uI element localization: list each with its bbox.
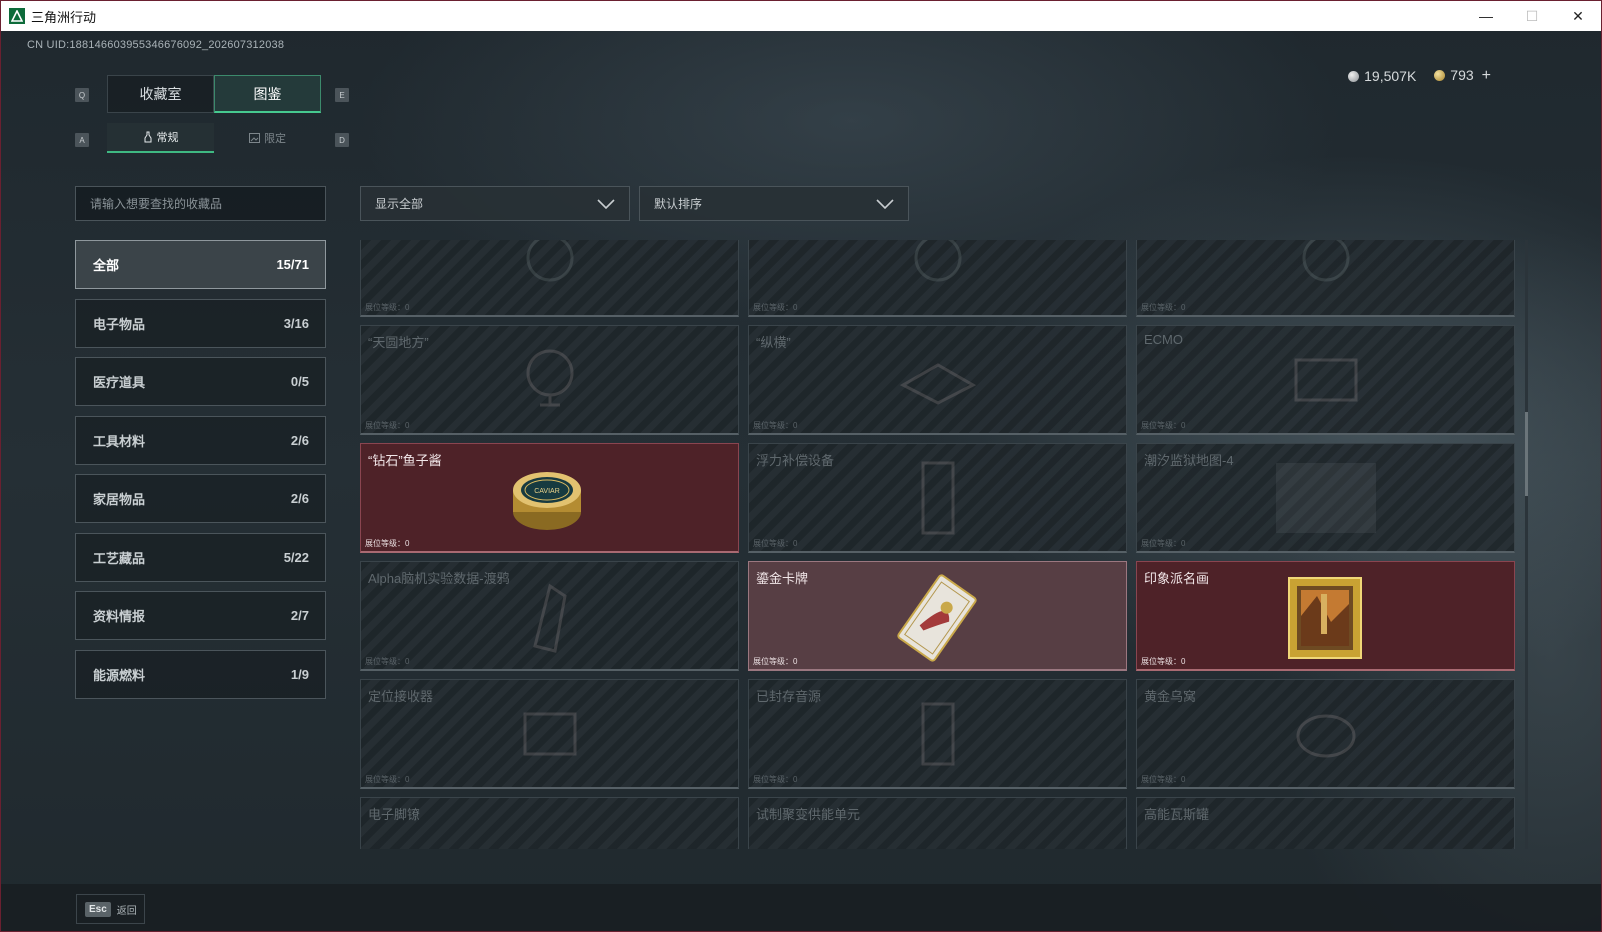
back-label: 返回 (116, 905, 137, 917)
category-medical[interactable]: 医疗道具 0/5 (75, 357, 326, 406)
item-grid: 展位等级：0 展位等级：0 展位等级：0 “天圆地方” 展位等级：0 “纵横” 展位… (360, 240, 1518, 849)
item-silhouette-icon (1302, 240, 1349, 282)
item-card[interactable]: “天圆地方” 展位等级：0 (360, 325, 739, 435)
gold-coin-icon (1434, 70, 1446, 81)
sealed-source-icon (921, 702, 954, 765)
key-hint-a: A (75, 133, 89, 147)
golden-nest-icon (1296, 714, 1355, 757)
subtab-regular-label: 常规 (156, 132, 179, 144)
back-button[interactable]: Esc 返回 (76, 894, 145, 924)
bottle-icon (144, 131, 151, 143)
item-card[interactable]: 潮汐监狱地图-4 展位等级：0 (1136, 443, 1515, 553)
item-card-owned[interactable]: 印象派名画 展位等级：0 (1136, 561, 1515, 671)
silver-coin-icon (1348, 71, 1360, 82)
ecmo-machine-icon (1294, 358, 1357, 401)
player-uid: CN UID:18814660395534667609​2_2026073120… (27, 39, 285, 51)
key-hint-q: Q (75, 88, 89, 102)
item-card[interactable]: 电子脚镣展位等级：0 (360, 797, 739, 849)
category-intel[interactable]: 资料情报 2/7 (75, 591, 326, 640)
gilded-card-icon (897, 574, 977, 662)
item-card[interactable]: 浮力补偿设备 展位等级：0 (748, 443, 1127, 553)
minimize-button[interactable]: — (1463, 1, 1509, 31)
category-crafts[interactable]: 工艺藏品 5/22 (75, 532, 326, 582)
category-tools[interactable]: 工具材料 2/6 (75, 415, 326, 465)
category-all[interactable]: 全部 15/71 (75, 240, 326, 289)
item-card-owned[interactable]: 鎏金卡牌 展位等级：0 (748, 561, 1127, 671)
sort-dropdown-label: 默认排序 (654, 197, 703, 211)
item-card[interactable]: 高能瓦斯罐展位等级：0 (1136, 797, 1515, 849)
item-card[interactable]: ECMO 展位等级：0 (1136, 325, 1515, 435)
item-card[interactable]: 黄金乌窝 展位等级：0 (1136, 679, 1515, 789)
silver-currency: 19,507K (1348, 68, 1416, 84)
title-bar: 三角洲行动 — ☐ ✕ (1, 1, 1601, 31)
currency-bar: 19,507K 793 + (1348, 67, 1491, 85)
item-card[interactable]: 展位等级：0 (1136, 240, 1515, 317)
maximize-button[interactable]: ☐ (1509, 1, 1555, 31)
subtab-limited[interactable]: 限定 (214, 123, 321, 153)
item-card[interactable]: “纵横” 展位等级：0 (748, 325, 1127, 435)
window-title: 三角洲行动 (31, 9, 97, 25)
chevron-down-icon (876, 198, 894, 209)
receiver-icon (523, 712, 576, 755)
category-electronics[interactable]: 电子物品 3/16 (75, 298, 326, 348)
item-card-owned[interactable]: CAVIAR “钻石”鱼子酱 展位等级：0 (360, 443, 739, 553)
map-icon (1275, 462, 1376, 533)
globe-icon (526, 349, 573, 406)
filter-dropdown-label: 显示全部 (375, 197, 424, 211)
scrollbar-thumb[interactable] (1525, 412, 1528, 496)
search-input[interactable]: 请输入想要查找的收藏品 (75, 186, 326, 221)
caviar-tin-label: CAVIAR (534, 488, 560, 495)
grid-scrollbar[interactable] (1525, 240, 1528, 849)
category-household[interactable]: 家居物品 2/6 (75, 474, 326, 523)
main-tabs: 收藏室 图鉴 (107, 75, 321, 113)
item-card[interactable]: 已封存音源 展位等级：0 (748, 679, 1127, 789)
data-drive-icon (532, 583, 567, 653)
buoyancy-device-icon (921, 461, 954, 534)
gold-currency: 793 + (1434, 67, 1491, 85)
item-silhouette-icon (914, 240, 961, 282)
item-card[interactable]: 定位接收器 展位等级：0 (360, 679, 739, 789)
category-list: 全部 15/71 电子物品 3/16 医疗道具 0/5 工具材料 2/6 家居物品 2/6… (75, 240, 326, 708)
category-energy[interactable]: 能源燃料 1/9 (75, 649, 326, 699)
app-window: 三角洲行动 — ☐ ✕ CN UID:18814660395534667609​… (0, 0, 1602, 932)
sort-dropdown[interactable]: 默认排序 (639, 186, 909, 221)
tab-collection-room[interactable]: 收藏室 (107, 75, 214, 113)
item-silhouette-icon (526, 240, 573, 282)
item-card[interactable]: Alpha脑机实验数据-渡鸦 展位等级：0 (360, 561, 739, 671)
add-currency-button[interactable]: + (1482, 67, 1491, 84)
footer-bar (1, 884, 1601, 931)
filter-dropdown[interactable]: 显示全部 (360, 186, 630, 221)
sub-tabs: 常规 限定 (107, 123, 321, 153)
item-card[interactable]: 展位等级：0 (748, 240, 1127, 317)
item-card[interactable]: 展位等级：0 (360, 240, 739, 317)
esc-key-hint: Esc (85, 901, 111, 917)
key-hint-e: E (335, 88, 349, 102)
caviar-tin-icon: CAVIAR (513, 472, 581, 530)
subtab-regular[interactable]: 常规 (107, 123, 214, 153)
item-card[interactable]: 试制聚变供能单元展位等级：0 (748, 797, 1127, 849)
subtab-limited-label: 限定 (264, 133, 286, 145)
picture-icon (249, 133, 260, 143)
chessboard-icon (899, 362, 976, 405)
chevron-down-icon (597, 198, 615, 209)
key-hint-d: D (335, 133, 349, 147)
close-button[interactable]: ✕ (1555, 1, 1601, 31)
tab-catalog[interactable]: 图鉴 (214, 75, 321, 113)
framed-painting-icon (1288, 577, 1362, 659)
app-logo-icon (9, 8, 25, 24)
